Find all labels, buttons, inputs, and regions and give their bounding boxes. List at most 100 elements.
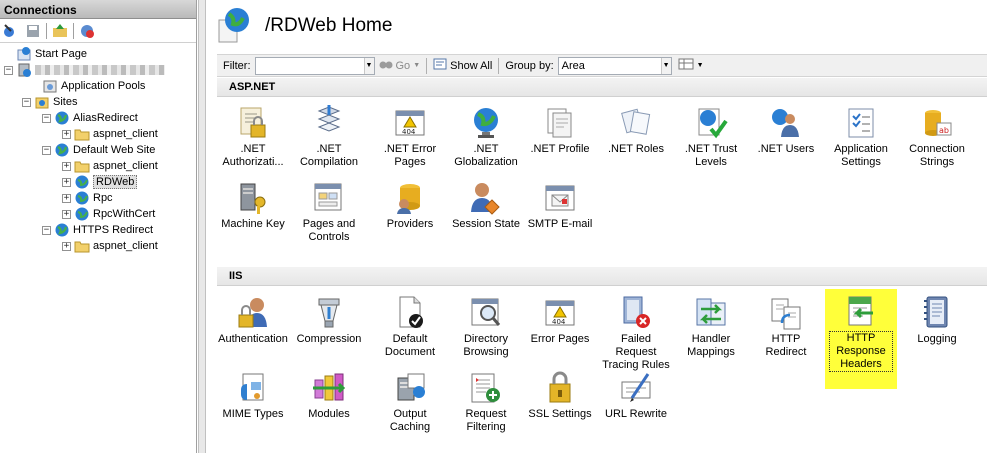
feature-failed-request-tracing-rules[interactable]: Failed Request Tracing Rules <box>600 295 672 372</box>
feature-modules[interactable]: Modules <box>293 370 365 421</box>
request-filter-icon <box>468 370 504 406</box>
feature-net-users[interactable]: .NET Users <box>750 105 822 156</box>
globe-icon <box>54 142 70 158</box>
feature-directory-browsing[interactable]: Directory Browsing <box>450 295 522 359</box>
chevron-down-icon[interactable]: ▼ <box>363 57 374 74</box>
view-mode-button[interactable]: ▼ <box>678 58 704 73</box>
collapse-icon[interactable]: − <box>42 145 51 155</box>
svg-text:404: 404 <box>402 128 416 136</box>
pane-splitter[interactable] <box>198 0 206 453</box>
feature-url-rewrite[interactable]: URL Rewrite <box>600 370 672 421</box>
providers-icon <box>392 180 428 216</box>
feature-net-roles[interactable]: .NET Roles <box>600 105 672 156</box>
feature-label: .NET Globalization <box>454 143 518 168</box>
feature-label: Default Document <box>384 333 436 358</box>
group-by-label: Group by: <box>505 59 554 72</box>
feature-machine-key[interactable]: Machine Key <box>217 180 289 231</box>
chevron-down-icon: ▼ <box>696 62 704 69</box>
tree-node[interactable]: Start Page <box>4 46 87 62</box>
show-all-icon <box>433 58 447 73</box>
collapse-icon[interactable]: − <box>42 113 51 123</box>
save-icon[interactable] <box>24 22 42 40</box>
feature-session-state[interactable]: Session State <box>450 180 522 231</box>
collapse-icon[interactable]: − <box>4 65 13 75</box>
dir-browse-icon <box>468 295 504 331</box>
feature-net-profile[interactable]: .NET Profile <box>524 105 596 156</box>
tree-node[interactable]: − AliasRedirect <box>42 110 138 126</box>
feature-pages-and-controls[interactable]: Pages and Controls <box>293 180 365 244</box>
feature-smtp-e-mail[interactable]: SMTP E-mail <box>524 180 596 231</box>
feature-handler-mappings[interactable]: Handler Mappings <box>675 295 747 359</box>
feature-label: Output Caching <box>389 408 431 433</box>
feature-label: SMTP E-mail <box>527 218 593 230</box>
tree-node[interactable]: Application Pools <box>30 78 145 94</box>
feature-http-response-headers[interactable]: HTTP Response Headers <box>825 289 897 389</box>
feature-label: HTTP Redirect <box>765 333 807 358</box>
tree-node[interactable]: − Default Web Site <box>42 142 155 158</box>
up-folder-icon[interactable] <box>51 22 69 40</box>
feature-net-error-pages[interactable]: 404 .NET Error Pages <box>374 105 446 169</box>
expand-icon[interactable]: + <box>62 209 71 219</box>
feature-error-pages[interactable]: 404 Error Pages <box>524 295 596 346</box>
users-icon <box>768 105 804 141</box>
svg-text:404: 404 <box>552 318 566 326</box>
feature-net-authorizati[interactable]: .NET Authorizati... <box>217 105 289 169</box>
tree-node[interactable]: + aspnet_client <box>62 158 158 174</box>
feature-request-filtering[interactable]: Request Filtering <box>450 370 522 434</box>
site-globe-icon <box>217 6 251 47</box>
show-all-button[interactable]: Show All <box>433 58 492 73</box>
feature-ssl-settings[interactable]: SSL Settings <box>524 370 596 421</box>
feature-label: Modules <box>308 408 350 420</box>
folder-icon <box>74 126 90 142</box>
filter-bar: Filter: ▼ Go ▼ Show All Group by: Area ▼ <box>217 54 987 77</box>
feature-net-trust-levels[interactable]: .NET Trust Levels <box>675 105 747 169</box>
chevron-down-icon[interactable]: ▼ <box>660 57 671 74</box>
globe-icon <box>54 222 70 238</box>
server-icon <box>16 62 32 78</box>
disconnect-icon[interactable] <box>78 22 96 40</box>
collapse-icon[interactable]: − <box>42 225 51 235</box>
collapse-icon[interactable]: − <box>22 97 31 107</box>
feature-http-redirect[interactable]: HTTP Redirect <box>750 295 822 359</box>
filter-input[interactable]: ▼ <box>254 56 375 75</box>
feature-net-compilation[interactable]: .NET Compilation <box>293 105 365 169</box>
feature-label: MIME Types <box>222 408 284 420</box>
feature-connection-strings[interactable]: ab Connection Strings <box>901 105 973 169</box>
feature-label: Pages and Controls <box>302 218 356 243</box>
connections-title: Connections <box>0 0 196 19</box>
feature-compression[interactable]: Compression <box>293 295 365 346</box>
tree-node[interactable]: − <box>4 62 165 78</box>
tree-node[interactable]: + aspnet_client <box>62 126 158 142</box>
go-button[interactable]: Go ▼ <box>379 58 420 73</box>
tree-node[interactable]: + RpcWithCert <box>62 206 155 222</box>
features-content: ASP.NET .NET Authorizati... .NET Compilat… <box>217 78 987 453</box>
feature-authentication[interactable]: Authentication <box>217 295 289 346</box>
tree-node[interactable]: + Rpc <box>62 190 113 206</box>
expand-icon[interactable]: + <box>62 161 71 171</box>
default-doc-icon <box>392 295 428 331</box>
tree-node[interactable]: − Sites <box>22 94 77 110</box>
feature-output-caching[interactable]: Output Caching <box>374 370 446 434</box>
group-by-select[interactable]: Area ▼ <box>557 56 672 75</box>
expand-icon[interactable]: + <box>62 177 71 187</box>
tree-node-label: AliasRedirect <box>73 112 138 124</box>
pages-controls-icon <box>311 180 347 216</box>
feature-logging[interactable]: Logging <box>901 295 973 346</box>
feature-default-document[interactable]: Default Document <box>374 295 446 359</box>
expand-icon[interactable]: + <box>62 241 71 251</box>
expand-icon[interactable]: + <box>62 129 71 139</box>
connect-icon[interactable] <box>2 22 20 40</box>
tree-node-label: Start Page <box>35 48 87 60</box>
feature-label: Failed Request Tracing Rules <box>602 333 670 371</box>
tree-node-label: HTTPS Redirect <box>73 224 154 236</box>
feature-net-globalization[interactable]: .NET Globalization <box>450 105 522 169</box>
tree-node[interactable]: + aspnet_client <box>62 238 158 254</box>
feature-mime-types[interactable]: MIME Types <box>217 370 289 421</box>
roles-icon <box>618 105 654 141</box>
feature-providers[interactable]: Providers <box>374 180 446 231</box>
profile-icon <box>542 105 578 141</box>
feature-application-settings[interactable]: Application Settings <box>825 105 897 169</box>
tree-node[interactable]: − HTTPS Redirect <box>42 222 153 238</box>
tree-node[interactable]: + RDWeb <box>62 174 138 190</box>
expand-icon[interactable]: + <box>62 193 71 203</box>
